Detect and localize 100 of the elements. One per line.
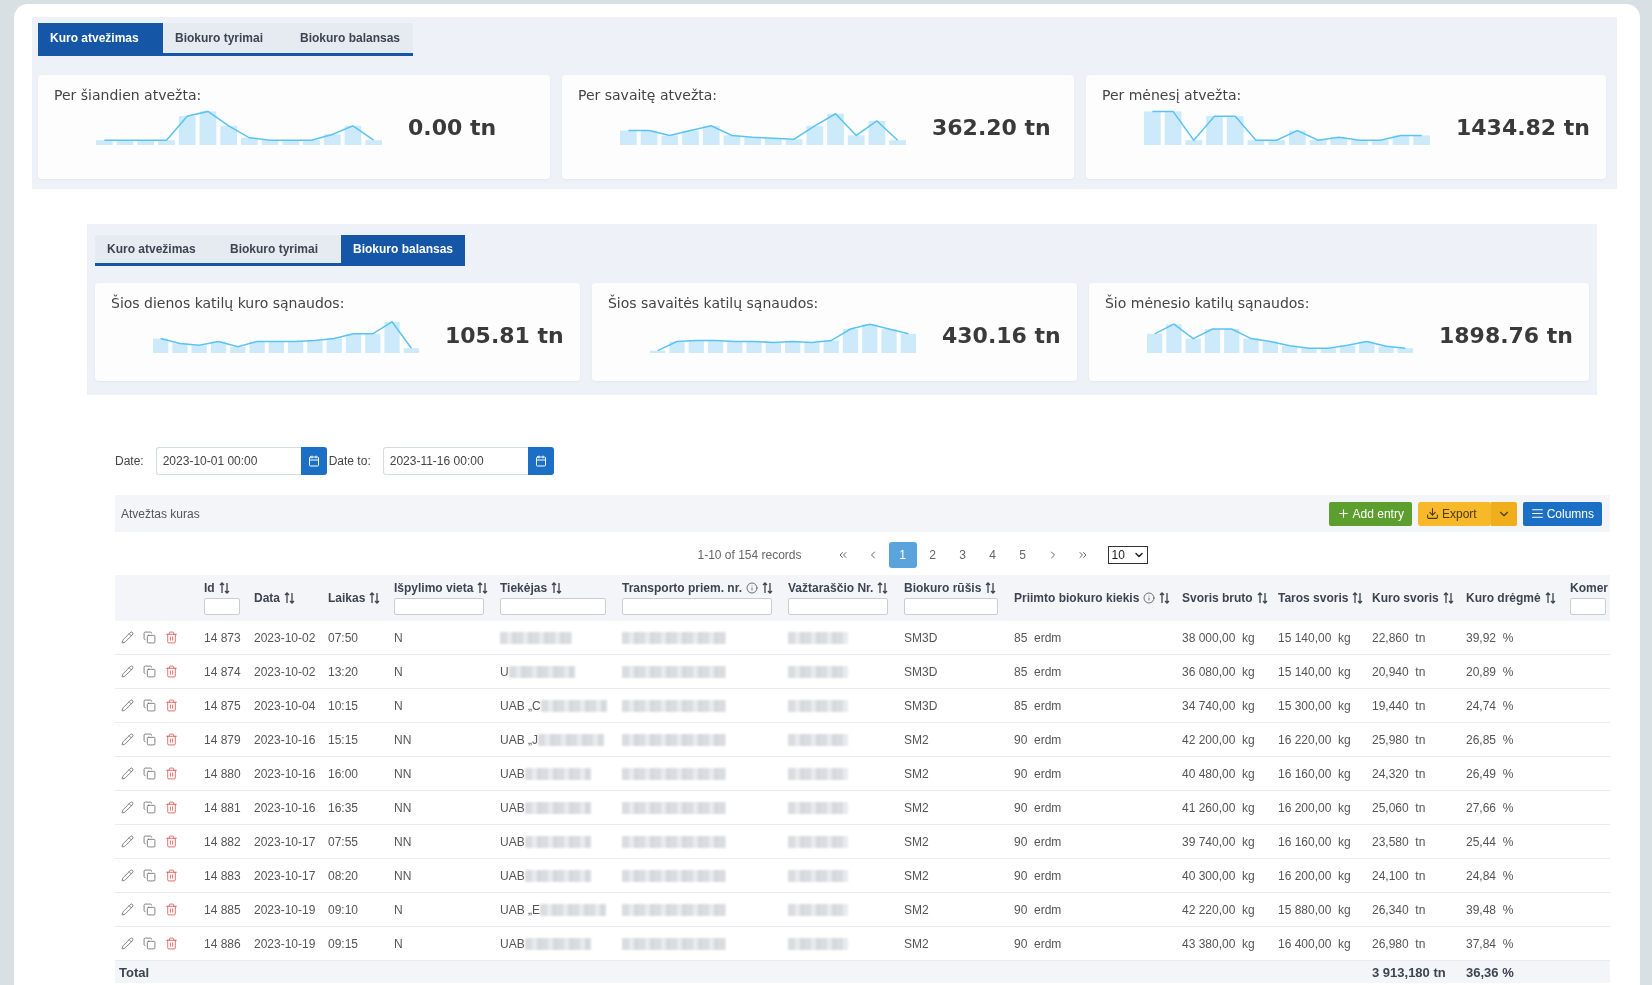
copy-icon[interactable]	[143, 835, 156, 848]
columns-button[interactable]: Columns	[1522, 501, 1602, 526]
calendar-button[interactable]	[527, 447, 554, 475]
export-button[interactable]: Export	[1417, 501, 1491, 526]
sort-icon[interactable]	[877, 582, 889, 594]
copy-icon[interactable]	[143, 631, 156, 644]
copy-icon[interactable]	[143, 733, 156, 746]
pencil-icon[interactable]	[121, 631, 134, 644]
tab[interactable]: Biokuro tyrimai	[163, 23, 288, 53]
filter-field[interactable]	[500, 598, 606, 615]
pencil-icon[interactable]	[121, 699, 134, 712]
total-value: 36,36 %	[1466, 964, 1514, 980]
table-cell: 39,92 %	[1466, 630, 1514, 645]
pencil-icon[interactable]	[121, 733, 134, 746]
tab[interactable]: Kuro atvežimas	[38, 23, 163, 53]
table-cell: U	[500, 664, 509, 679]
copy-icon[interactable]	[143, 767, 156, 780]
sort-icon[interactable]	[218, 582, 230, 594]
page-button[interactable]: 3	[948, 542, 977, 568]
dropdown-button[interactable]	[1490, 501, 1517, 526]
table-cell: 16:00	[328, 766, 359, 781]
copy-icon[interactable]	[143, 665, 156, 678]
table-cell: 25,980 tn	[1372, 732, 1426, 747]
calendar-button[interactable]	[300, 447, 327, 475]
date-field[interactable]: 2023-11-16 00:00	[382, 447, 528, 475]
table-cell: 27,66 %	[1466, 800, 1514, 815]
trash-icon[interactable]	[165, 699, 178, 712]
sort-icon[interactable]	[551, 582, 563, 594]
copy-icon[interactable]	[143, 869, 156, 882]
table-cell: 08:20	[328, 868, 359, 883]
column-header: Transporto priem. nr.	[622, 581, 743, 595]
table-cell: UAB	[500, 936, 525, 951]
pencil-icon[interactable]	[121, 665, 134, 678]
page-size-select[interactable]: 10	[1107, 546, 1148, 564]
date-field[interactable]: 2023-10-01 00:00	[155, 447, 301, 475]
sort-icon[interactable]	[1544, 592, 1556, 604]
sort-icon[interactable]	[1159, 592, 1171, 604]
sort-icon[interactable]	[369, 592, 381, 604]
trash-icon[interactable]	[165, 937, 178, 950]
table-cell: SM2	[904, 766, 929, 781]
pencil-icon[interactable]	[121, 835, 134, 848]
trash-icon[interactable]	[165, 801, 178, 814]
column-header: Laikas	[328, 591, 366, 605]
pencil-icon[interactable]	[121, 801, 134, 814]
page-button[interactable]: 5	[1008, 542, 1037, 568]
table-cell: SM2	[904, 902, 929, 917]
trash-icon[interactable]	[165, 767, 178, 780]
table-cell: UAB	[500, 766, 525, 781]
copy-icon[interactable]	[143, 937, 156, 950]
table-cell: SM2	[904, 868, 929, 883]
sort-icon[interactable]	[985, 582, 997, 594]
filter-field[interactable]	[904, 598, 998, 615]
trash-icon[interactable]	[165, 665, 178, 678]
column-header: Biokuro rūšis	[904, 581, 982, 595]
pencil-icon[interactable]	[121, 767, 134, 780]
trash-icon[interactable]	[165, 733, 178, 746]
page-button[interactable]: 4	[978, 542, 1007, 568]
filter-field[interactable]	[204, 598, 240, 615]
tab[interactable]: Biokuro tyrimai	[218, 235, 341, 263]
tab[interactable]: Biokuro balansas	[288, 23, 413, 53]
tab[interactable]: Biokuro balansas	[341, 235, 466, 263]
filter-field[interactable]	[1570, 598, 1606, 615]
table-cell: 10:15	[328, 698, 359, 713]
pencil-icon[interactable]	[121, 869, 134, 882]
copy-icon[interactable]	[143, 903, 156, 916]
trash-icon[interactable]	[165, 903, 178, 916]
column-header: Svoris bruto	[1182, 591, 1253, 605]
trash-icon[interactable]	[165, 631, 178, 644]
tab[interactable]: Kuro atvežimas	[95, 235, 218, 263]
sort-icon[interactable]	[284, 592, 295, 604]
sort-icon[interactable]	[1256, 592, 1268, 604]
table-cell: 34 740,00 kg	[1182, 698, 1255, 713]
table-cell: 2023-10-16	[254, 800, 316, 815]
pencil-icon[interactable]	[121, 937, 134, 950]
trash-icon[interactable]	[165, 869, 178, 882]
page-button[interactable]: 2	[918, 542, 947, 568]
table-cell: 90 erdm	[1014, 902, 1062, 917]
sort-icon[interactable]	[1442, 592, 1454, 604]
sort-icon[interactable]	[477, 582, 489, 594]
table-cell: 40 300,00 kg	[1182, 868, 1255, 883]
filter-field[interactable]	[622, 598, 772, 615]
filter-field[interactable]	[394, 598, 484, 615]
filter-field[interactable]	[788, 598, 888, 615]
table-cell: 14 886	[204, 936, 241, 951]
table-cell: 2023-10-19	[254, 936, 316, 951]
copy-icon[interactable]	[143, 699, 156, 712]
table-cell: 15 300,00 kg	[1278, 698, 1351, 713]
copy-icon[interactable]	[143, 801, 156, 814]
pencil-icon[interactable]	[121, 903, 134, 916]
trash-icon[interactable]	[165, 835, 178, 848]
sort-icon[interactable]	[762, 582, 774, 594]
table-cell: 15 880,00 kg	[1278, 902, 1351, 917]
plus-icon	[1336, 507, 1350, 520]
column-header: Komer	[1570, 581, 1608, 595]
table-cell: SM2	[904, 800, 929, 815]
table-cell: 26,980 tn	[1372, 936, 1426, 951]
table-cell: 38 000,00 kg	[1182, 630, 1255, 645]
table-cell: 90 erdm	[1014, 868, 1062, 883]
sort-icon[interactable]	[1352, 592, 1364, 604]
column-header: Tiekėjas	[500, 581, 548, 595]
